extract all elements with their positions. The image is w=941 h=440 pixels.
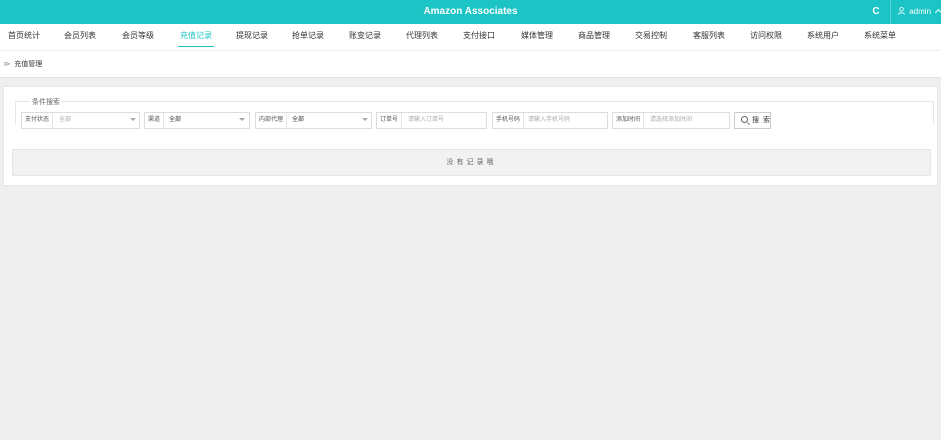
tab-member-levels[interactable]: 会员等级: [122, 24, 154, 50]
tab-agents[interactable]: 代理列表: [406, 24, 438, 50]
header-divider: [890, 0, 891, 24]
chevron-up-icon: [935, 8, 941, 17]
chevron-down-icon: [130, 118, 136, 121]
breadcrumb-current: 充值管理: [14, 61, 43, 68]
field-placeholder: 请选择添加时间: [650, 117, 693, 123]
tab-products[interactable]: 商品管理: [578, 24, 610, 50]
tab-trade-control[interactable]: 交易控制: [635, 24, 667, 50]
search-button[interactable]: 搜 索: [734, 112, 771, 129]
tab-recharge-records[interactable]: 充值记录: [178, 24, 214, 50]
tab-system-menu[interactable]: 系统菜单: [864, 24, 896, 50]
search-icon: [741, 116, 748, 123]
tab-media[interactable]: 媒体管理: [521, 24, 553, 50]
tab-access-control[interactable]: 访问权限: [750, 24, 782, 50]
refresh-icon[interactable]: C: [864, 0, 888, 24]
top-bar: Amazon Associates C admin: [0, 0, 941, 24]
field-label: 内部代理: [256, 113, 288, 128]
chevron-down-icon: [239, 118, 245, 121]
search-button-label: 搜 索: [752, 117, 771, 124]
breadcrumb-separator: ≫: [3, 61, 11, 68]
payment-status-select[interactable]: 支付状态 全部: [21, 112, 140, 129]
internal-agent-select[interactable]: 内部代理 全部: [255, 112, 372, 129]
app-title: Amazon Associates: [423, 6, 518, 17]
field-placeholder: 请输入订单号: [408, 117, 445, 123]
tab-payment-api[interactable]: 支付接口: [463, 24, 495, 50]
field-value: 全部: [169, 117, 182, 123]
main-nav: 首页统计 会员列表 会员等级 充值记录 提现记录 抢单记录 账变记录 代理列表 …: [0, 24, 941, 50]
order-number-input[interactable]: 订单号 请输入订单号: [376, 112, 487, 129]
tab-dashboard[interactable]: 首页统计: [8, 24, 40, 50]
search-legend: 条件搜索: [30, 97, 62, 107]
tab-balance-records[interactable]: 账变记录: [349, 24, 381, 50]
tab-members[interactable]: 会员列表: [64, 24, 96, 50]
field-placeholder: 请输入手机号码: [528, 117, 571, 123]
tab-order-grab-records[interactable]: 抢单记录: [292, 24, 324, 50]
channel-select[interactable]: 渠道 全部: [144, 112, 250, 129]
field-value: 全部: [59, 117, 72, 123]
field-label: 支付状态: [22, 113, 54, 128]
tab-customer-service[interactable]: 客服列表: [693, 24, 725, 50]
field-label: 添加时间: [613, 113, 645, 128]
tab-system-users[interactable]: 系统用户: [807, 24, 839, 50]
field-label: 渠道: [145, 113, 165, 128]
user-icon: [898, 7, 905, 15]
add-time-input[interactable]: 添加时间 请选择添加时间: [612, 112, 730, 129]
field-label: 订单号: [377, 113, 403, 128]
username: admin: [909, 7, 932, 16]
chevron-down-icon: [362, 118, 368, 121]
field-value: 全部: [292, 117, 305, 123]
tab-withdraw-records[interactable]: 提现记录: [236, 24, 268, 50]
field-label: 手机号码: [493, 113, 525, 128]
breadcrumb: ≫ 充值管理: [0, 50, 941, 78]
phone-number-input[interactable]: 手机号码 请输入手机号码: [492, 112, 608, 129]
empty-table-message: 没有记录哦: [12, 149, 931, 176]
user-menu[interactable]: admin: [898, 0, 941, 24]
